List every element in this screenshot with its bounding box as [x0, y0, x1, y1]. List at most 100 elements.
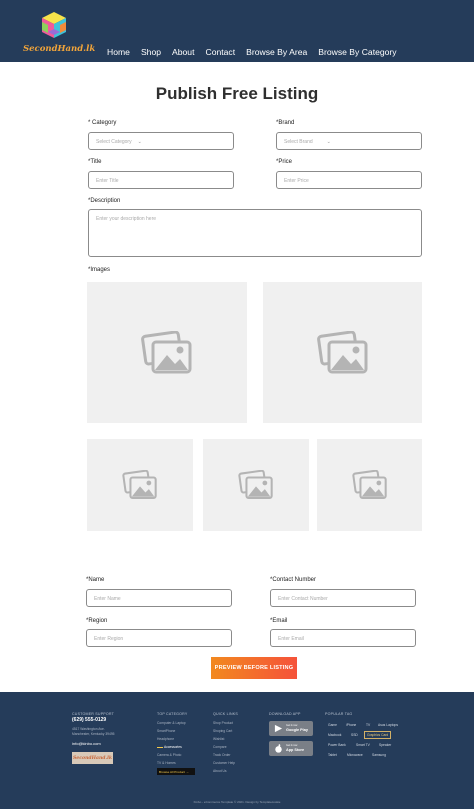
image-placeholder-icon [316, 330, 367, 373]
main-nav: Home Shop About Contact Browse By Area B… [107, 47, 408, 57]
image-placeholder-icon [351, 470, 387, 499]
footer-category-link[interactable]: Computer & Laptop [157, 721, 186, 725]
nav-browse-by-area[interactable]: Browse By Area [246, 47, 307, 57]
logo-text[interactable]: SecondHand.lk [23, 44, 95, 54]
image-upload-slot[interactable] [87, 439, 193, 531]
google-play-large-text: Google Play [286, 728, 308, 732]
chevron-down-icon: ⌄ [137, 139, 142, 145]
footer-category-link[interactable]: Headphone [157, 737, 174, 741]
region-label: *Region [86, 618, 108, 624]
category-placeholder: Select Category [96, 139, 132, 145]
image-upload-slot[interactable] [317, 439, 422, 531]
image-placeholder-icon [141, 330, 192, 373]
tag-chip[interactable]: Smart TV [354, 742, 372, 748]
tag-chip[interactable]: Speaker [377, 742, 393, 748]
address-line-2: Manchester, Kentucky 39495 [72, 732, 115, 736]
tag-chip[interactable]: Tablet [326, 752, 339, 758]
tag-chip[interactable]: SSD [349, 732, 360, 738]
tag-chip[interactable]: TV [364, 722, 372, 728]
brand-placeholder: Select Brand [284, 139, 313, 145]
description-textarea[interactable]: Enter your description here [88, 209, 422, 257]
tag-chip[interactable]: Macbook [326, 732, 343, 738]
nav-contact[interactable]: Contact [205, 47, 235, 57]
quick-link[interactable]: Shop Product [213, 721, 233, 725]
tag-chip[interactable]: Samsung [370, 752, 388, 758]
email-label: *Email [270, 618, 288, 624]
app-store-small-text: Get it now [286, 744, 298, 747]
page-title: Publish Free Listing [155, 84, 319, 103]
quick-link[interactable]: Shoping Cart [213, 729, 232, 733]
region-input[interactable]: Enter Region [86, 629, 232, 647]
footer-category-link-active[interactable]: Accessories [157, 745, 182, 749]
footer-category-link[interactable]: SmartPhone [157, 729, 175, 733]
support-email[interactable]: info@kinbo.com [72, 741, 101, 746]
tag-chip[interactable]: Microwave [345, 752, 365, 758]
images-label: *Images [88, 267, 111, 273]
contact-number-input[interactable]: Enter Contact Number [270, 589, 416, 607]
tag-chip[interactable]: iPhone [344, 722, 358, 728]
name-placeholder: Enter Name [94, 596, 121, 602]
contact-number-placeholder: Enter Contact Number [278, 596, 328, 602]
support-phone[interactable]: (629) 555-0129 [72, 717, 106, 723]
nav-shop[interactable]: Shop [141, 47, 161, 57]
active-indicator [157, 746, 163, 748]
tag-chip[interactable]: Asus Laptops [376, 722, 400, 728]
quick-link[interactable]: Track Order [213, 753, 230, 757]
copyright-text: Kinbo - eCommerce Template © 2021. Desig… [193, 800, 281, 804]
tag-chip-highlighted[interactable]: Graphics Card [364, 731, 392, 740]
footer-category-link[interactable]: TV & Homes [157, 761, 176, 765]
title-placeholder: Enter Title [96, 178, 119, 184]
quick-link[interactable]: Customer Help [213, 761, 235, 765]
image-placeholder-icon [122, 470, 157, 499]
app-store-button[interactable]: Get it now App Store [269, 741, 313, 756]
nav-browse-by-category[interactable]: Browse By Category [318, 47, 396, 57]
image-placeholder-icon [238, 470, 273, 499]
brand-select[interactable]: Select Brand ⌄ [276, 132, 422, 150]
footer-logo[interactable]: SecondHand.lk [72, 752, 113, 764]
nav-about[interactable]: About [172, 47, 194, 57]
quick-link[interactable]: About Us [213, 769, 227, 773]
image-upload-slot[interactable] [87, 282, 247, 423]
name-label: *Name [86, 577, 105, 583]
title-label: *Title [88, 159, 102, 165]
brand-label: *Brand [276, 120, 295, 126]
site-footer [0, 692, 474, 809]
nav-home[interactable]: Home [107, 47, 130, 57]
download-app-heading: DOWNLOAD APP [269, 712, 301, 716]
address-line-1: 4517 Washington Ave. [72, 727, 105, 731]
google-play-icon [274, 724, 283, 733]
description-label: *Description [88, 198, 121, 204]
title-input[interactable]: Enter Title [88, 171, 234, 189]
chevron-down-icon: ⌄ [326, 139, 331, 145]
google-play-button[interactable]: Get it now Google Play [269, 721, 313, 736]
popular-tag-heading: POPULAR TAG [325, 712, 353, 716]
description-placeholder: Enter your description here [96, 216, 157, 222]
app-store-large-text: App Store [286, 748, 305, 752]
email-input[interactable]: Enter Email [270, 629, 416, 647]
tag-chip[interactable]: Game [326, 722, 339, 728]
browse-all-product-link[interactable]: Browse All Product → [157, 768, 195, 775]
image-upload-slot[interactable] [203, 439, 309, 531]
footer-category-link[interactable]: Camera & Photo [157, 753, 181, 757]
site-header: SecondHand.lk Home Shop About Contact Br… [0, 0, 474, 62]
region-placeholder: Enter Region [94, 636, 124, 642]
footer-category-label: Accessories [164, 745, 182, 749]
apple-icon [275, 744, 282, 753]
quick-link[interactable]: Compare [213, 745, 227, 749]
tag-chip[interactable]: Power Bank [326, 742, 348, 748]
customer-support-heading: CUSTOMER SUPPORT [72, 712, 115, 716]
image-upload-slot[interactable] [263, 282, 422, 423]
category-select[interactable]: Select Category ⌄ [88, 132, 234, 150]
category-label: * Category [88, 120, 117, 126]
top-category-heading: TOP CATEGORY [157, 712, 188, 716]
google-play-small-text: Get it now [286, 724, 298, 727]
price-label: *Price [276, 159, 293, 165]
quick-link[interactable]: Wishlist [213, 737, 224, 741]
preview-before-listing-button[interactable]: PREVIEW BEFORE LISTING [211, 657, 297, 679]
name-input[interactable]: Enter Name [86, 589, 232, 607]
contact-number-label: *Contact Number [270, 577, 317, 583]
price-placeholder: Enter Price [284, 178, 309, 184]
quick-links-heading: QUICK LINKS [213, 712, 238, 716]
price-input[interactable]: Enter Price [276, 171, 422, 189]
email-placeholder: Enter Email [278, 636, 304, 642]
